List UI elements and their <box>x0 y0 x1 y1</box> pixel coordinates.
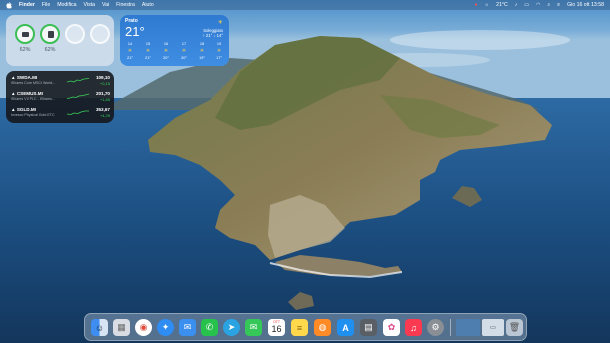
hour-temp: 17° <box>216 56 222 60</box>
photo-app-icon[interactable]: ◍ <box>314 319 331 336</box>
dock-window-preview[interactable]: ▭ <box>482 319 504 336</box>
dock: ☺ ▦ ◉ ✦ ✉ ✆ ➤ ✉ OTT 16 ≡ ◍ A ▤ ✿ ♫ ⚙ ▭ 🗑 <box>84 313 527 341</box>
menu-bar: Finder File Modifica Vista Vai Finestra … <box>0 0 610 10</box>
sunset-icon: ☀ <box>216 48 222 54</box>
battery-ring <box>40 24 60 44</box>
stock-name: Invesco Physical Gold ETC <box>11 113 55 117</box>
weather-temperature: 21° <box>125 24 145 39</box>
stocks-widget[interactable]: ▲ SWDA.MI iShares Core MSCI World... 109… <box>6 71 114 123</box>
dock-folder-stack[interactable] <box>456 319 480 336</box>
menu-temperature[interactable]: 21°C <box>496 2 508 8</box>
sun-icon: ☀ <box>199 48 205 54</box>
weather-hour: 19 ☀ 17° <box>212 42 226 60</box>
weather-sun-icon[interactable]: ☼ <box>485 2 490 8</box>
menu-file[interactable]: File <box>42 2 50 8</box>
hour-label: 15 <box>145 42 151 46</box>
laptop-icon <box>22 32 29 37</box>
music-icon[interactable]: ♫ <box>405 319 422 336</box>
sun-icon: ☀ <box>127 48 133 54</box>
menu-modifica[interactable]: Modifica <box>57 2 76 8</box>
stock-sparkline <box>67 93 89 99</box>
hour-temp: 21° <box>127 56 133 60</box>
menu-app-finder[interactable]: Finder <box>19 2 35 8</box>
menu-vai[interactable]: Vai <box>102 2 109 8</box>
sun-icon: ☀ <box>145 48 151 54</box>
stock-name: iShares Core MSCI World... <box>11 81 56 85</box>
hour-temp: 20° <box>181 56 187 60</box>
stock-sparkline <box>67 110 89 115</box>
photos-icon[interactable]: ✿ <box>383 319 400 336</box>
menu-aiuto[interactable]: Aiuto <box>142 2 154 8</box>
hour-temp: 19° <box>199 56 205 60</box>
battery-ring <box>15 24 35 44</box>
stock-symbol: ▲ CSEMUS.MI <box>11 91 43 96</box>
stock-price: 353,67 <box>95 107 110 112</box>
weather-hour: 18 ☀ 19° <box>195 42 209 60</box>
trash-icon[interactable]: 🗑 <box>506 319 523 336</box>
stock-name: iShares VII PLC - iShares... <box>11 97 55 101</box>
stock-change: +0,15 <box>99 81 110 86</box>
stock-price: 201,70 <box>95 91 110 96</box>
battery-widget[interactable]: 62% 62% <box>6 15 114 66</box>
stock-price: 109,10 <box>95 75 110 80</box>
sun-icon: ☀ <box>217 20 223 26</box>
stock-change: +4,29 <box>99 113 110 118</box>
launchpad-icon[interactable]: ▦ <box>113 319 130 336</box>
whatsapp-icon[interactable]: ✆ <box>201 319 218 336</box>
stock-symbol: ▲ SGLD.MI <box>11 107 36 112</box>
microphone-icon[interactable]: ♪ <box>515 2 518 8</box>
stock-symbol: ▲ SWDA.MI <box>11 75 38 80</box>
hour-label: 17 <box>181 42 187 46</box>
stock-row[interactable]: ▲ SWDA.MI iShares Core MSCI World... 109… <box>11 75 110 87</box>
apple-menu-icon[interactable] <box>6 1 12 9</box>
stock-sparkline <box>67 78 89 83</box>
menu-finestra[interactable]: Finestra <box>116 2 135 8</box>
dock-separator <box>450 319 451 336</box>
messages-icon[interactable]: ✉ <box>245 319 262 336</box>
stock-change: +1,85 <box>99 97 110 102</box>
chrome-icon[interactable]: ◉ <box>135 319 152 336</box>
control-center-icon[interactable]: ≡ <box>557 2 560 8</box>
weather-hour: 15 ☀ 21° <box>141 42 155 60</box>
battery-ring-empty <box>65 24 85 44</box>
weather-range: ↑ 21° ↓ 14° <box>202 33 223 38</box>
phone-icon <box>48 31 54 38</box>
record-indicator-icon[interactable]: ● <box>475 2 478 8</box>
stock-row[interactable]: ▲ SGLD.MI Invesco Physical Gold ETC 353,… <box>11 107 110 119</box>
hour-temp: 21° <box>145 56 151 60</box>
battery-ring-empty <box>90 24 110 44</box>
system-settings-icon[interactable]: ⚙ <box>427 319 444 336</box>
battery-percent: 62% <box>44 47 56 53</box>
notes-icon[interactable]: ≡ <box>291 319 308 336</box>
sun-icon: ☀ <box>181 48 187 54</box>
mail-icon[interactable]: ✉ <box>179 319 196 336</box>
safari-icon[interactable]: ✦ <box>157 319 174 336</box>
telegram-icon[interactable]: ➤ <box>223 319 240 336</box>
hour-temp: 20° <box>163 56 169 60</box>
finder-icon[interactable]: ☺ <box>91 319 108 336</box>
stock-row[interactable]: ▲ CSEMUS.MI iShares VII PLC - iShares...… <box>11 91 110 103</box>
hour-label: 16 <box>163 42 169 46</box>
weather-hour: 17 ☀ 20° <box>177 42 191 60</box>
menu-clock[interactable]: Gio 16 ott 13:58 <box>567 2 604 8</box>
battery-percent: 62% <box>19 47 31 53</box>
calculator-icon[interactable]: ▤ <box>360 319 377 336</box>
battery-icon[interactable]: ▭ <box>524 2 529 8</box>
sun-icon: ☀ <box>163 48 169 54</box>
weather-hour: 14 ☀ 21° <box>123 42 137 60</box>
weather-widget[interactable]: Prato 21° ☀ Soleggiato ↑ 21° ↓ 14° 14 ☀ 21… <box>120 15 229 66</box>
menu-vista[interactable]: Vista <box>84 2 95 8</box>
weather-hour: 16 ☀ 20° <box>159 42 173 60</box>
search-icon[interactable]: ⌕ <box>547 2 550 8</box>
wifi-icon[interactable]: ◠ <box>536 2 540 8</box>
hour-label: 14 <box>127 42 133 46</box>
hour-label: 18 <box>199 42 205 46</box>
hour-label: 19 <box>216 42 222 46</box>
calendar-day: 16 <box>271 324 282 334</box>
app-store-icon[interactable]: A <box>337 319 354 336</box>
calendar-icon[interactable]: OTT 16 <box>268 319 285 336</box>
